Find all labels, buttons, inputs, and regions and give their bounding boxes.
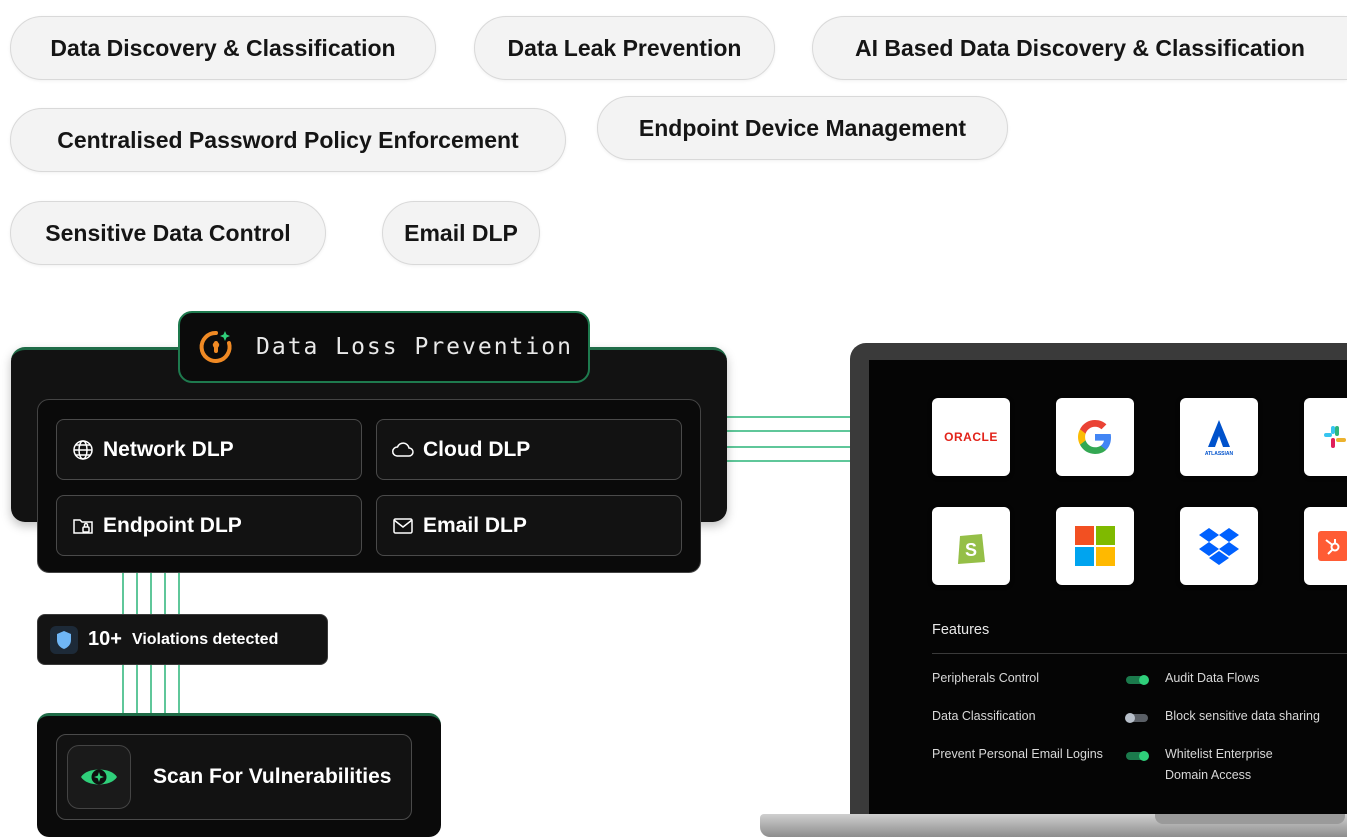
network-dlp-button[interactable]: Network DLP <box>56 419 362 480</box>
features-divider <box>932 653 1347 654</box>
feature-prevent-personal-email: Prevent Personal Email Logins <box>932 747 1103 761</box>
pill-password-policy[interactable]: Centralised Password Policy Enforcement <box>10 108 566 172</box>
scan-button[interactable]: Scan For Vulnerabilities <box>56 734 412 820</box>
cloud-dlp-label: Cloud DLP <box>423 437 531 461</box>
toggle-block-sensitive-sharing[interactable] <box>1125 713 1148 723</box>
features-title: Features <box>932 622 990 638</box>
pill-sensitive-data-control[interactable]: Sensitive Data Control <box>10 201 326 265</box>
scan-label: Scan For Vulnerabilities <box>153 765 392 788</box>
feature-whitelist-domain-access: Domain Access <box>1165 768 1252 782</box>
microsoft-logo[interactable] <box>1056 507 1134 585</box>
hubspot-logo[interactable] <box>1304 507 1347 585</box>
lock-power-icon <box>196 327 236 367</box>
dlp-title: Data Loss Prevention <box>256 334 573 360</box>
feature-block-sensitive-sharing: Block sensitive data sharing <box>1165 709 1320 723</box>
pill-ai-data-discovery[interactable]: AI Based Data Discovery & Classification <box>812 16 1347 80</box>
globe-icon <box>71 438 95 462</box>
email-dlp-button[interactable]: Email DLP <box>376 495 682 556</box>
violations-label: Violations detected <box>131 630 279 648</box>
endpoint-dlp-label: Endpoint DLP <box>103 513 242 537</box>
slack-logo[interactable] <box>1304 398 1347 476</box>
dropbox-logo[interactable] <box>1180 507 1258 585</box>
feature-audit-data-flows: Audit Data Flows <box>1165 671 1260 685</box>
endpoint-dlp-button[interactable]: Endpoint DLP <box>56 495 362 556</box>
oracle-logo[interactable]: ORACLE <box>932 398 1010 476</box>
pill-data-leak-prevention[interactable]: Data Leak Prevention <box>474 16 775 80</box>
envelope-icon <box>391 514 415 538</box>
shield-icon <box>50 625 78 654</box>
violations-badge: 10+ Violations detected <box>37 614 328 665</box>
folder-lock-icon <box>71 514 95 538</box>
pill-data-discovery-classification[interactable]: Data Discovery & Classification <box>10 16 436 80</box>
shopify-logo[interactable]: S <box>932 507 1010 585</box>
feature-peripherals-control: Peripherals Control <box>932 671 1039 685</box>
laptop-notch <box>1155 814 1345 824</box>
toggle-audit-data-flows[interactable] <box>1126 675 1149 685</box>
eye-icon <box>67 745 131 809</box>
atlassian-logo[interactable]: ATLASSIAN <box>1180 398 1258 476</box>
feature-whitelist-enterprise: Whitelist Enterprise <box>1165 747 1273 761</box>
google-logo[interactable] <box>1056 398 1134 476</box>
pill-endpoint-device-management[interactable]: Endpoint Device Management <box>597 96 1008 160</box>
cloud-dlp-button[interactable]: Cloud DLP <box>376 419 682 480</box>
violations-count: 10+ <box>88 628 122 650</box>
svg-text:S: S <box>965 540 977 560</box>
pill-email-dlp[interactable]: Email DLP <box>382 201 540 265</box>
dlp-title-tab: Data Loss Prevention <box>178 311 590 383</box>
feature-data-classification: Data Classification <box>932 709 1036 723</box>
cloud-icon <box>391 438 415 462</box>
network-dlp-label: Network DLP <box>103 437 234 461</box>
email-dlp-label: Email DLP <box>423 513 527 537</box>
toggle-whitelist-enterprise[interactable] <box>1126 751 1149 761</box>
